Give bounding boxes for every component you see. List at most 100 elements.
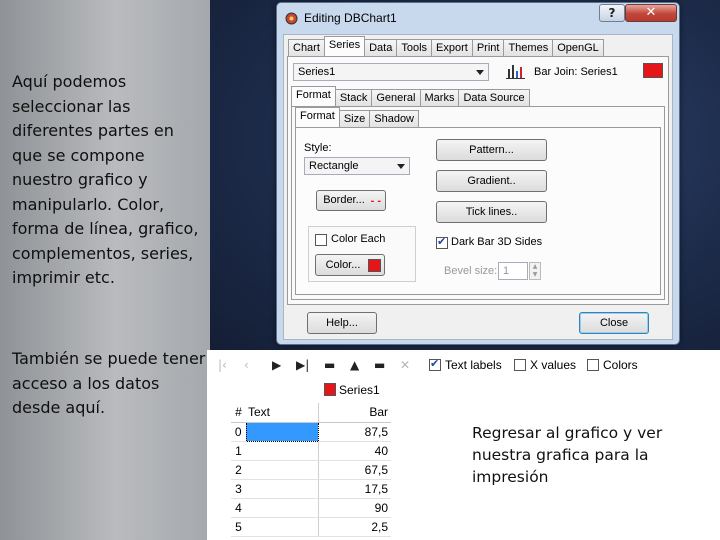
- tab-marks[interactable]: Marks: [419, 89, 460, 106]
- format-subtabs: Format Size Shadow: [295, 107, 420, 127]
- row-index: 3: [231, 479, 246, 499]
- color-button[interactable]: Color...: [315, 254, 385, 276]
- border-button[interactable]: Border... - -: [316, 190, 386, 211]
- series-select[interactable]: Series1: [293, 63, 489, 81]
- tab-themes[interactable]: Themes: [503, 39, 554, 56]
- first-record-icon[interactable]: |‹: [218, 358, 227, 372]
- tab-shadow[interactable]: Shadow: [369, 110, 420, 127]
- tab-chart[interactable]: Chart: [288, 39, 325, 56]
- tab-stack[interactable]: Stack: [334, 89, 373, 106]
- dark-bar-checkbox[interactable]: [436, 235, 448, 249]
- format-tab-page: Format Size Shadow Style: Rectangle Bord…: [291, 106, 665, 300]
- style-label: Style:: [304, 142, 332, 154]
- x-values-label: X values: [530, 358, 577, 372]
- tab-opengl[interactable]: OpenGL: [552, 39, 604, 56]
- grid-toolbar: |‹ ‹ ▶ ▶| ▬ ▲ ▬ ✕ Text labels X values C…: [212, 353, 720, 377]
- chevron-down-icon: [476, 70, 484, 75]
- tab-format[interactable]: Format: [291, 86, 336, 106]
- border-button-label: Border...: [323, 194, 365, 206]
- tab-format-inner[interactable]: Format: [295, 107, 340, 127]
- row-index: 5: [231, 517, 246, 537]
- text-cell[interactable]: [246, 498, 319, 518]
- table-row[interactable]: 2 67,5: [231, 460, 391, 480]
- color-group: Color Each Color...: [308, 226, 416, 282]
- editing-dialog: Editing DBChart1 ? ✕ Chart Series Data T…: [276, 2, 680, 345]
- style-select[interactable]: Rectangle: [304, 157, 410, 175]
- colors-label: Colors: [603, 358, 638, 372]
- last-record-icon[interactable]: ▶|: [296, 358, 309, 372]
- table-row[interactable]: 3 17,5: [231, 479, 391, 499]
- next-record-icon[interactable]: ▶: [272, 358, 281, 372]
- bevel-stepper[interactable]: ▲ ▼: [529, 262, 541, 280]
- text-cell[interactable]: [246, 441, 319, 461]
- cancel-edit-icon[interactable]: ✕: [400, 358, 410, 372]
- tab-general[interactable]: General: [371, 89, 421, 106]
- insert-record-icon[interactable]: ▲: [350, 358, 359, 372]
- tab-series[interactable]: Series: [323, 36, 366, 56]
- text-cell[interactable]: [246, 460, 319, 480]
- grid-header-row: # Text Bar: [231, 403, 391, 423]
- chevron-down-icon: [397, 164, 405, 169]
- table-row[interactable]: 4 90: [231, 498, 391, 518]
- bar-cell[interactable]: 2,5: [318, 517, 391, 537]
- bar-cell[interactable]: 40: [318, 441, 391, 461]
- colors-checkbox[interactable]: [587, 359, 599, 371]
- text-labels-checkbox[interactable]: [429, 357, 441, 371]
- table-row[interactable]: 0 87,5: [231, 421, 391, 442]
- teechart-icon: [285, 12, 298, 25]
- help-button[interactable]: Help...: [307, 312, 377, 334]
- explanation-text-1: Aquí podemos seleccionar las diferentes …: [12, 72, 199, 287]
- tab-print[interactable]: Print: [471, 39, 505, 56]
- tab-export[interactable]: Export: [431, 39, 473, 56]
- dialog-body: Chart Series Data Tools Export Print The…: [283, 34, 673, 340]
- bar-cell[interactable]: 67,5: [318, 460, 391, 480]
- series-select-value: Series1: [298, 66, 336, 78]
- tab-tools[interactable]: Tools: [396, 39, 433, 56]
- series-color-swatch[interactable]: [643, 63, 663, 78]
- text-cell[interactable]: [245, 421, 319, 442]
- bevel-size-input[interactable]: 1: [498, 262, 528, 280]
- table-row[interactable]: 5 2,5: [231, 517, 391, 537]
- format-inner-page: Style: Rectangle Border... - - Color Eac…: [295, 127, 661, 295]
- color-each-checkbox[interactable]: [315, 234, 327, 246]
- series-tab-page: Series1 Bar Join: Series1 Format Stack G…: [287, 56, 669, 305]
- tick-lines-button[interactable]: Tick lines..: [436, 201, 547, 223]
- color-each-label: Color Each: [331, 233, 386, 245]
- bar-series-icon: [506, 65, 525, 79]
- bar-cell[interactable]: 17,5: [318, 479, 391, 499]
- gradient-button[interactable]: Gradient..: [436, 170, 547, 192]
- series-subtabs: Format Stack General Marks Data Source: [291, 86, 530, 106]
- bar-cell[interactable]: 87,5: [318, 422, 391, 442]
- tab-data[interactable]: Data: [364, 39, 398, 56]
- close-button[interactable]: Close: [579, 312, 649, 334]
- series-header-swatch: [324, 383, 336, 396]
- tab-data-source[interactable]: Data Source: [458, 89, 530, 106]
- bar-cell[interactable]: 90: [318, 498, 391, 518]
- delete-record-icon[interactable]: ▬: [324, 358, 335, 372]
- table-row[interactable]: 1 40: [231, 441, 391, 461]
- main-tabs: Chart Series Data Tools Export Print The…: [288, 36, 604, 56]
- dashed-line-icon: - -: [370, 195, 381, 207]
- edit-record-icon[interactable]: ▬: [374, 358, 385, 372]
- prior-record-icon[interactable]: ‹: [244, 358, 249, 372]
- tab-size[interactable]: Size: [338, 110, 371, 127]
- col-bar-header: Bar: [318, 403, 391, 423]
- color-button-label: Color...: [325, 259, 361, 271]
- text-cell[interactable]: [246, 517, 319, 537]
- pattern-button[interactable]: Pattern...: [436, 139, 547, 161]
- row-index: 1: [231, 441, 246, 461]
- dark-bar-label: Dark Bar 3D Sides: [451, 236, 543, 248]
- title-close-button[interactable]: ✕: [625, 4, 677, 22]
- dialog-title: Editing DBChart1: [304, 11, 397, 25]
- title-help-button[interactable]: ?: [599, 4, 625, 22]
- x-values-checkbox[interactable]: [514, 359, 526, 371]
- return-explanation-text: Regresar al grafico y ver nuestra grafic…: [472, 424, 663, 486]
- bar-join-label: Bar Join: Series1: [534, 66, 618, 78]
- text-cell[interactable]: [246, 479, 319, 499]
- text-labels-label: Text labels: [445, 358, 502, 372]
- explanation-text-2: También se puede tener acceso a los dato…: [12, 349, 206, 417]
- row-index: 2: [231, 460, 246, 480]
- col-text-header: Text: [246, 403, 319, 423]
- col-index-header: #: [231, 403, 246, 423]
- row-index: 4: [231, 498, 246, 518]
